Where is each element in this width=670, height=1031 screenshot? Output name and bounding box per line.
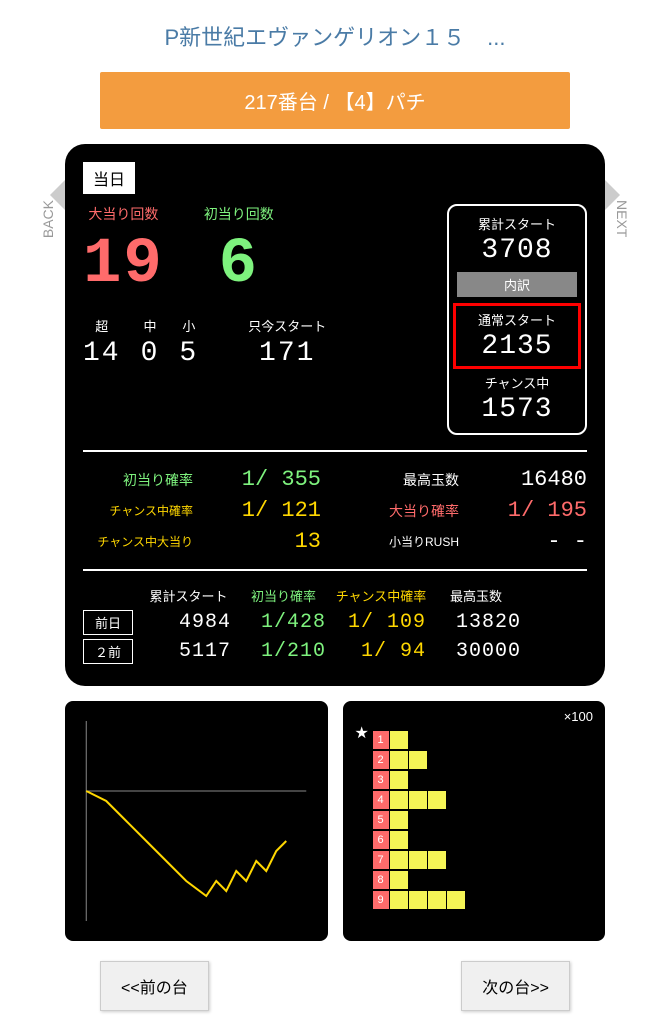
back-nav[interactable]: BACK bbox=[40, 200, 56, 238]
chance-oo-value: 13 bbox=[221, 529, 321, 554]
tadaima-label: 只今スタート bbox=[248, 316, 326, 335]
history-row: 前日 4984 1/428 1/ 109 13820 bbox=[83, 610, 587, 635]
oo-rate-label: 大当り確率 bbox=[349, 501, 459, 521]
ruikei-label: 累計スタート bbox=[457, 214, 577, 233]
tsujo-value: 2135 bbox=[460, 331, 574, 362]
stats-panel: 当日 大当り回数 19 初当り回数 6 超 14 中 bbox=[65, 144, 605, 686]
history-header: 累計スタート 初当り確率 チャンス中確率 最高玉数 bbox=[83, 586, 587, 605]
hatsuatari-value: 6 bbox=[204, 229, 274, 301]
bar-grid-panel: ×100 ★ 1 2 3 4 5 6 7 8 9 bbox=[343, 701, 606, 941]
ooatari-label: 大当り回数 bbox=[83, 204, 164, 224]
line-chart-panel bbox=[65, 701, 328, 941]
ko-rush-value: - - bbox=[487, 529, 587, 554]
hatsu-rate-value: 1/ 355 bbox=[221, 467, 321, 492]
tsujo-label: 通常スタート bbox=[460, 310, 574, 329]
grid-row: 7 bbox=[373, 851, 596, 869]
divider bbox=[83, 450, 587, 452]
oo-rate-value: 1/ 195 bbox=[487, 498, 587, 523]
chance-rate-value: 1/ 121 bbox=[221, 498, 321, 523]
breakdown-button[interactable]: 内訳 bbox=[457, 272, 577, 297]
divider bbox=[83, 569, 587, 571]
chu-label: 中 bbox=[141, 316, 160, 335]
cho-value: 14 bbox=[83, 338, 121, 369]
grid-row: 4 bbox=[373, 791, 596, 809]
grid-row: 3 bbox=[373, 771, 596, 789]
grid-row: 9 bbox=[373, 891, 596, 909]
prev-machine-button[interactable]: <<前の台 bbox=[100, 961, 209, 1011]
hatsuatari-label: 初当り回数 bbox=[204, 204, 274, 224]
star-icon: ★ bbox=[355, 723, 369, 743]
highlighted-stat: 通常スタート 2135 bbox=[453, 303, 581, 369]
chance-rate-label: チャンス中確率 bbox=[83, 502, 193, 519]
machine-info-bar: 217番台 / 【4】パチ bbox=[100, 72, 570, 129]
cho-label: 超 bbox=[83, 316, 121, 335]
next-machine-button[interactable]: 次の台>> bbox=[461, 961, 570, 1011]
tadaima-value: 171 bbox=[248, 338, 326, 369]
max-balls-value: 16480 bbox=[487, 467, 587, 492]
ko-rush-label: 小当りRUSH bbox=[349, 533, 459, 550]
page-title: P新世紀エヴァンゲリオン１５ ... bbox=[0, 0, 670, 72]
sho-value: 5 bbox=[179, 338, 198, 369]
hatsu-rate-label: 初当り確率 bbox=[83, 470, 193, 490]
chance-label: チャンス中 bbox=[457, 373, 577, 392]
cumulative-box: 累計スタート 3708 内訳 通常スタート 2135 チャンス中 1573 bbox=[447, 204, 587, 435]
grid-row: 2 bbox=[373, 751, 596, 769]
x100-label: ×100 bbox=[564, 709, 593, 724]
chance-value: 1573 bbox=[457, 394, 577, 425]
history-row: ２前 5117 1/210 1/ 94 30000 bbox=[83, 639, 587, 664]
max-balls-label: 最高玉数 bbox=[349, 470, 459, 490]
line-chart bbox=[75, 711, 318, 931]
today-badge: 当日 bbox=[83, 162, 135, 194]
grid-row: 5 bbox=[373, 811, 596, 829]
chu-value: 0 bbox=[141, 338, 160, 369]
grid-row: 1 bbox=[373, 731, 596, 749]
chance-oo-label: チャンス中大当り bbox=[83, 533, 193, 550]
next-nav[interactable]: NEXT bbox=[614, 200, 630, 237]
ruikei-value: 3708 bbox=[457, 235, 577, 266]
grid-row: 6 bbox=[373, 831, 596, 849]
sho-label: 小 bbox=[179, 316, 198, 335]
ooatari-value: 19 bbox=[83, 229, 164, 301]
grid-row: 8 bbox=[373, 871, 596, 889]
